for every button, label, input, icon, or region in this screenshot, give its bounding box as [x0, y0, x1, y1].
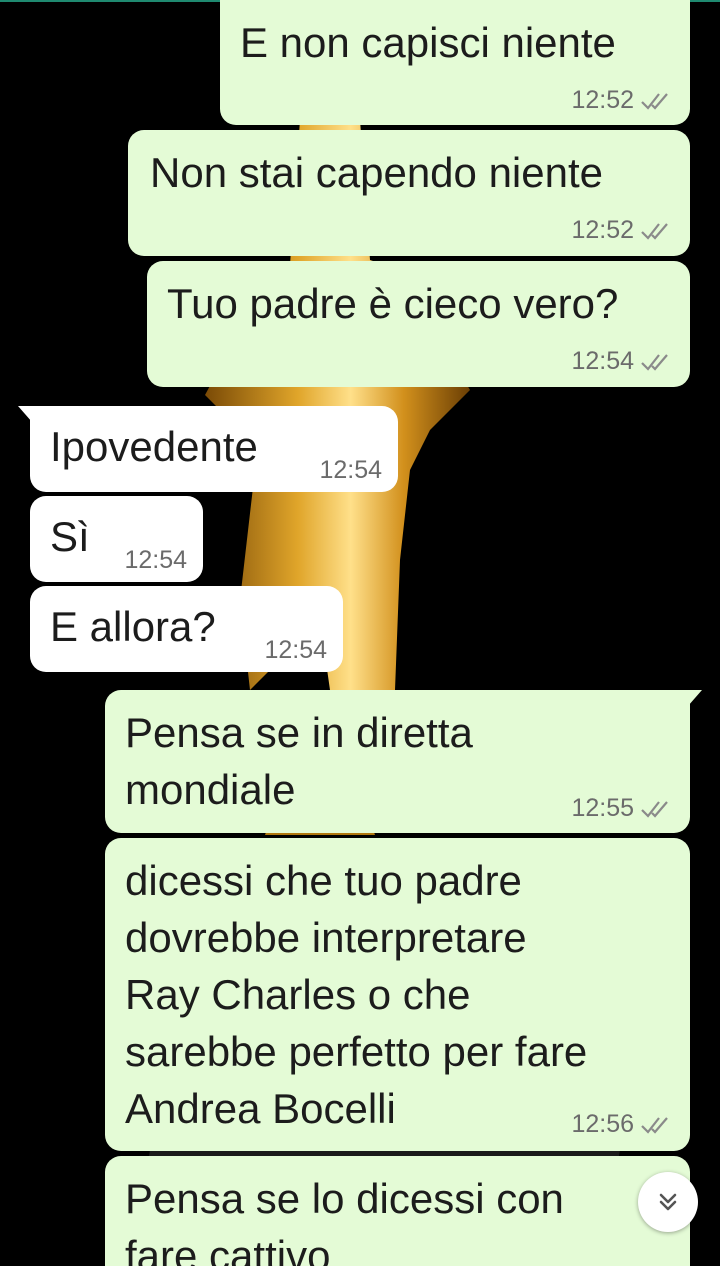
scroll-to-bottom-button[interactable]	[638, 1172, 698, 1232]
double-check-icon	[641, 222, 668, 240]
message-meta: 12:54	[571, 347, 672, 376]
message-meta: 12:54	[124, 546, 187, 575]
incoming-message[interactable]: E allora? 12:54	[30, 586, 343, 672]
message-text: dicessi che tuo padre dovrebbe interpret…	[125, 857, 588, 1132]
message-time: 12:56	[571, 1110, 634, 1138]
double-check-icon	[641, 1116, 668, 1134]
double-check-icon	[641, 353, 668, 371]
message-meta: 12:54	[319, 456, 382, 485]
message-time: 12:54	[124, 546, 187, 574]
message-time: 12:52	[571, 86, 634, 114]
message-meta: 12:52	[571, 86, 672, 115]
double-check-icon	[641, 800, 668, 818]
message-time: 12:54	[319, 456, 382, 484]
incoming-message[interactable]: Ipovedente 12:54	[18, 406, 398, 492]
message-meta: 12:54	[264, 636, 327, 665]
outgoing-message[interactable]: Non stai capendo niente 12:52	[128, 130, 690, 256]
message-text: Ipovedente	[50, 423, 258, 470]
message-time: 12:54	[264, 636, 327, 664]
message-text: Pensa se in diretta mondiale	[125, 709, 473, 813]
message-time: 12:52	[571, 216, 634, 244]
message-text: Pensa se lo dicessi con fare cattivo	[125, 1175, 564, 1266]
message-time: 12:55	[571, 794, 634, 822]
message-text: E non capisci niente	[240, 19, 616, 66]
incoming-message[interactable]: Sì 12:54	[30, 496, 203, 582]
outgoing-message[interactable]: Tuo padre è cieco vero? 12:54	[147, 261, 690, 387]
outgoing-message[interactable]: Pensa se lo dicessi con fare cattivo	[105, 1156, 690, 1266]
outgoing-message[interactable]: dicessi che tuo padre dovrebbe interpret…	[105, 838, 690, 1151]
message-text: Sì	[50, 513, 90, 560]
message-meta: 12:56	[571, 1110, 672, 1139]
message-text: Non stai capendo niente	[150, 149, 603, 196]
chevron-double-down-icon	[659, 1193, 677, 1211]
outgoing-message[interactable]: Pensa se in diretta mondiale 12:55	[105, 690, 702, 833]
message-meta: 12:55	[571, 794, 672, 823]
double-check-icon	[641, 92, 668, 110]
message-text: E allora?	[50, 603, 216, 650]
message-meta: 12:52	[571, 216, 672, 245]
message-time: 12:54	[571, 347, 634, 375]
message-text: Tuo padre è cieco vero?	[167, 280, 619, 327]
outgoing-message[interactable]: E non capisci niente 12:52	[220, 0, 690, 125]
